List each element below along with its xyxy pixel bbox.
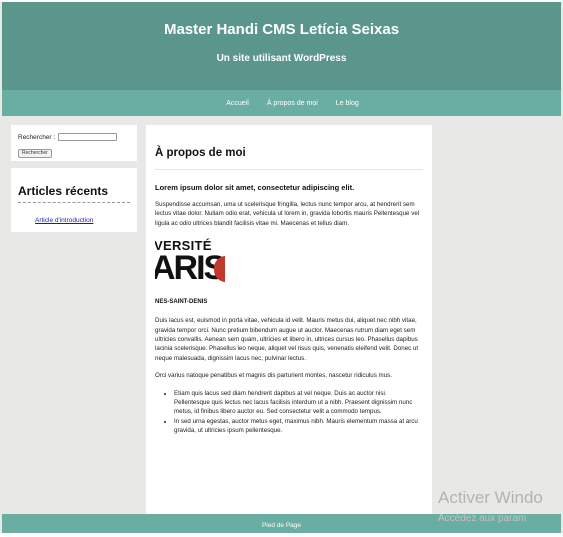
recent-post-link[interactable]: Article d'introduction <box>35 217 93 224</box>
site-title[interactable]: Master Handi CMS Letícia Seixas <box>2 21 561 38</box>
site-header: Master Handi CMS Letícia Seixas Un site … <box>2 2 561 90</box>
recent-posts-title: Articles récents <box>18 184 130 203</box>
search-label: Rechercher : <box>18 133 56 141</box>
nav-item-accueil[interactable]: Accueil <box>226 100 249 107</box>
logo-line-3: NES-SAINT-DENIS <box>155 299 208 306</box>
list-item: In sed urna egestas, auctor metus eget, … <box>174 417 423 436</box>
list-item: Etiam quis lacus sed diam hendrerit dapi… <box>174 389 423 417</box>
lead-paragraph: Lorem ipsum dolor sit amet, consectetur … <box>155 183 355 192</box>
university-logo-image: VERSITÉ ARIS NES-SAINT-DENIS <box>155 238 225 308</box>
main-content: À propos de moi Lorem ipsum dolor sit am… <box>146 125 432 514</box>
search-input[interactable] <box>58 133 118 141</box>
recent-posts-widget: Articles récents Article d'introduction <box>11 168 137 232</box>
nav-item-le-blog[interactable]: Le blog <box>336 100 359 107</box>
search-button[interactable]: Rechercher <box>18 149 52 158</box>
paragraph-1: Suspendisse accumsan, uma ut scelerisque… <box>155 201 420 227</box>
site-tagline: Un site utilisant WordPress <box>216 53 347 64</box>
bullet-list: Etiam quis lacus sed diam hendrerit dapi… <box>155 389 423 436</box>
search-widget: Rechercher : Rechercher <box>11 125 137 161</box>
activation-watermark-subtitle: Accédez aux param <box>438 513 527 524</box>
footer-text: Pied de Page <box>261 522 302 529</box>
list-item: Article d'introduction <box>35 209 130 227</box>
nav-item-a-propos[interactable]: À propos de moi <box>267 100 318 107</box>
recent-posts-list: Article d'introduction <box>18 209 130 227</box>
paragraph-3: Orci varius natoque penatibus et magnis … <box>155 372 392 380</box>
activation-watermark-title: Activer Windo <box>438 488 543 507</box>
paragraph-2: Duis lacus est, euismod in porta vitae, … <box>155 317 419 362</box>
window-frame-bottom <box>0 533 563 537</box>
main-nav: Accueil À propos de moi Le blog <box>2 90 561 116</box>
page-title: À propos de moi <box>155 147 423 170</box>
